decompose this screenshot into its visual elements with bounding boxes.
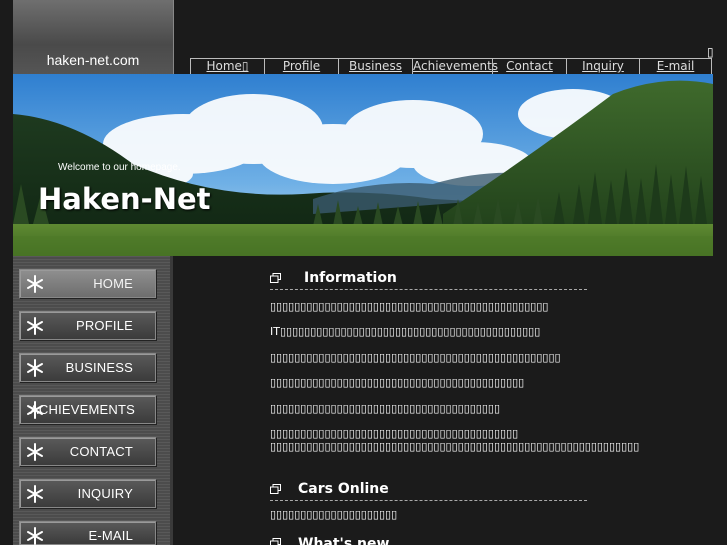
corner-glyph: ▯ (707, 45, 714, 59)
welcome-text: Welcome to our homepage. (58, 162, 181, 173)
nav-business-link[interactable]: Business (338, 59, 412, 75)
section-header-whats-new: What's new (270, 531, 587, 545)
snowflake-icon (27, 443, 43, 461)
section-title: What's new (298, 536, 390, 545)
info-paragraph: ▯▯▯▯▯▯▯▯▯▯▯▯▯▯▯▯▯▯▯▯▯▯▯▯▯▯▯▯▯▯▯▯▯▯▯▯▯▯ (270, 402, 501, 415)
snowflake-icon (27, 485, 43, 503)
sidebar-item-label: E-MAIL (88, 528, 133, 543)
sidebar-item-profile[interactable]: PROFILE (19, 311, 156, 340)
nav-home-link[interactable]: Home▯ (190, 59, 264, 75)
sidebar-item-inquiry[interactable]: INQUIRY (19, 479, 156, 508)
snowflake-icon (27, 317, 43, 335)
window-stack-icon (270, 538, 281, 545)
sidebar-item-business[interactable]: BUSINESS (19, 353, 156, 382)
hero-banner: Welcome to our homepage. Haken-Net (13, 74, 713, 256)
cars-paragraph: ▯▯▯▯▯▯▯▯▯▯▯▯▯▯▯▯▯▯▯▯▯ (270, 508, 398, 521)
sidebar-item-label: INQUIRY (77, 486, 133, 501)
section-header-cars-online: Cars Online (270, 477, 587, 501)
sidebar-item-home[interactable]: HOME (19, 269, 156, 298)
snowflake-icon (27, 275, 43, 293)
info-paragraph: ▯▯▯▯▯▯▯▯▯▯▯▯▯▯▯▯▯▯▯▯▯▯▯▯▯▯▯▯▯▯▯▯▯▯▯▯▯▯▯▯… (270, 300, 549, 313)
snowflake-icon (27, 359, 43, 377)
snowflake-icon (27, 527, 43, 545)
site-title: Haken-Net (38, 182, 211, 216)
info-paragraph: IT▯▯▯▯▯▯▯▯▯▯▯▯▯▯▯▯▯▯▯▯▯▯▯▯▯▯▯▯▯▯▯▯▯▯▯▯▯▯… (270, 325, 541, 338)
sidebar-item-label: BUSINESS (65, 360, 133, 375)
nav-profile-link[interactable]: Profile (264, 59, 338, 75)
window-stack-icon (270, 273, 281, 283)
info-paragraph: ▯▯▯▯▯▯▯▯▯▯▯▯▯▯▯▯▯▯▯▯▯▯▯▯▯▯▯▯▯▯▯▯▯▯▯▯▯▯▯▯… (270, 351, 561, 364)
section-title: Information (304, 270, 397, 286)
sidebar-item-contact[interactable]: CONTACT (19, 437, 156, 466)
info-paragraph: ▯▯▯▯▯▯▯▯▯▯▯▯▯▯▯▯▯▯▯▯▯▯▯▯▯▯▯▯▯▯▯▯▯▯▯▯▯▯▯▯… (270, 376, 525, 389)
top-nav: Home▯ Profile Business Achievements Cont… (190, 58, 712, 75)
site-logo-text: haken-net.com (46, 52, 140, 68)
sidebar-item-label: HOME (93, 276, 133, 291)
sidebar-item-label: PROFILE (75, 318, 133, 333)
nav-achievements-link[interactable]: Achievements (412, 59, 498, 75)
nav-email-link[interactable]: E-mail (639, 59, 712, 75)
sidebar-nav: HOME PROFILE BUSINESS ACHIEVEMENTS CONTA… (13, 256, 173, 545)
nav-inquiry-link[interactable]: Inquiry (566, 59, 639, 75)
nav-contact-link[interactable]: Contact (492, 59, 566, 75)
sidebar-item-label: CONTACT (69, 444, 133, 459)
sidebar-item-email[interactable]: E-MAIL (19, 521, 156, 545)
sidebar-item-label: ACHIEVEMENTS (30, 402, 135, 417)
window-stack-icon (270, 484, 281, 494)
info-paragraph: ▯▯▯▯▯▯▯▯▯▯▯▯▯▯▯▯▯▯▯▯▯▯▯▯▯▯▯▯▯▯▯▯▯▯▯▯▯▯▯▯… (270, 440, 640, 453)
sidebar-item-achievements[interactable]: ACHIEVEMENTS (19, 395, 156, 424)
info-paragraph: ▯▯▯▯▯▯▯▯▯▯▯▯▯▯▯▯▯▯▯▯▯▯▯▯▯▯▯▯▯▯▯▯▯▯▯▯▯▯▯▯… (270, 427, 519, 440)
section-header-information: Information (270, 266, 587, 290)
section-title: Cars Online (298, 481, 389, 497)
logo-tab: haken-net.com (13, 0, 174, 74)
